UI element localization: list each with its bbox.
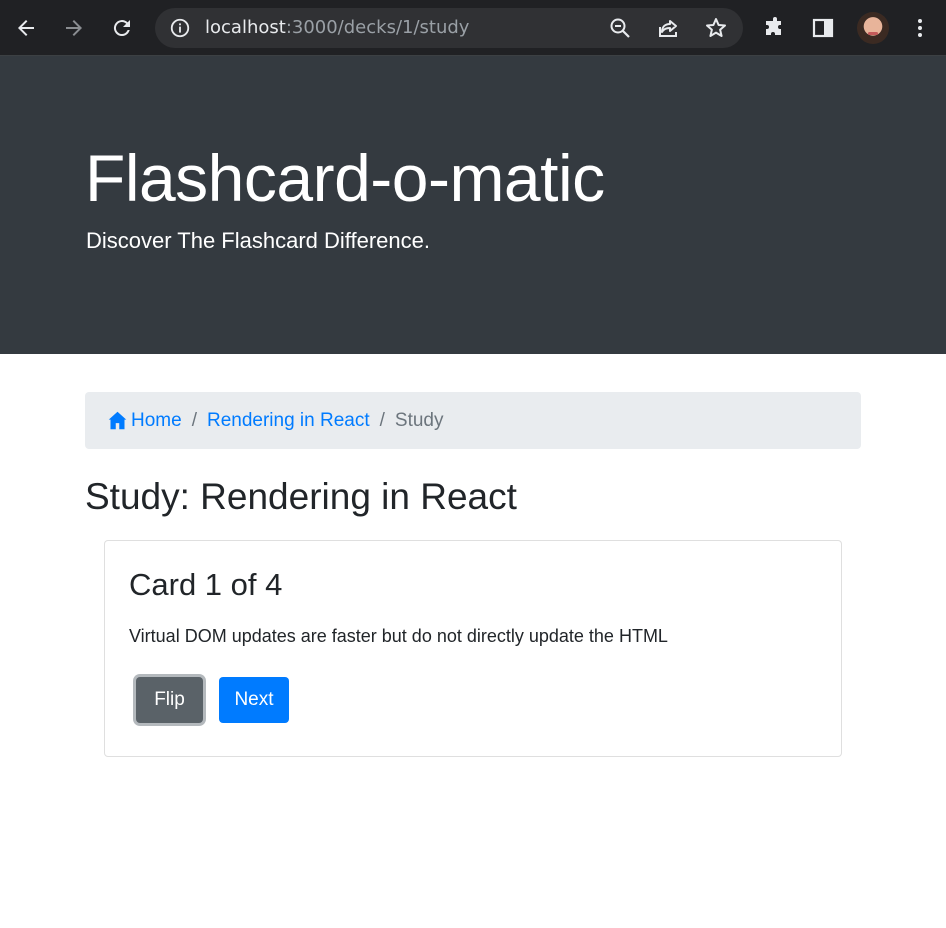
site-info-icon[interactable] — [169, 17, 191, 39]
extensions-icon[interactable] — [757, 10, 793, 46]
home-icon — [108, 411, 127, 430]
zoom-out-icon[interactable] — [608, 16, 632, 40]
breadcrumb-deck-link[interactable]: Rendering in React — [207, 410, 370, 432]
next-button[interactable]: Next — [219, 677, 289, 723]
breadcrumb: Home / Rendering in React / Study — [85, 392, 861, 449]
back-icon[interactable] — [8, 10, 44, 46]
browser-toolbar: localhost:3000/decks/1/study — [0, 0, 946, 56]
app-subtitle: Discover The Flashcard Difference. — [86, 228, 430, 253]
url-host: localhost — [205, 17, 286, 38]
forward-icon[interactable] — [56, 10, 92, 46]
breadcrumb-home-label: Home — [131, 409, 182, 431]
side-panel-icon[interactable] — [805, 10, 841, 46]
card-text: Virtual DOM updates are faster but do no… — [129, 626, 668, 646]
page-title: Study: Rendering in React — [85, 476, 517, 517]
profile-avatar[interactable] — [857, 12, 889, 44]
flashcard: Card 1 of 4 Virtual DOM updates are fast… — [104, 540, 842, 757]
menu-icon[interactable] — [902, 10, 938, 46]
url-text[interactable]: localhost:3000/decks/1/study — [205, 17, 469, 39]
breadcrumb-separator: / — [191, 409, 197, 431]
header-jumbotron: Flashcard-o-matic Discover The Flashcard… — [0, 56, 946, 354]
address-bar[interactable]: localhost:3000/decks/1/study — [155, 8, 743, 48]
url-path: :3000/decks/1/study — [285, 17, 470, 38]
reload-icon[interactable] — [104, 10, 140, 46]
bookmark-star-icon[interactable] — [704, 16, 728, 40]
breadcrumb-current: Study — [394, 409, 444, 431]
flip-button[interactable]: Flip — [136, 677, 203, 723]
breadcrumb-separator: / — [379, 409, 385, 431]
app-title: Flashcard-o-matic — [85, 141, 605, 215]
share-icon[interactable] — [656, 16, 680, 40]
card-title: Card 1 of 4 — [129, 567, 283, 602]
breadcrumb-home-link[interactable]: Home — [107, 410, 182, 432]
